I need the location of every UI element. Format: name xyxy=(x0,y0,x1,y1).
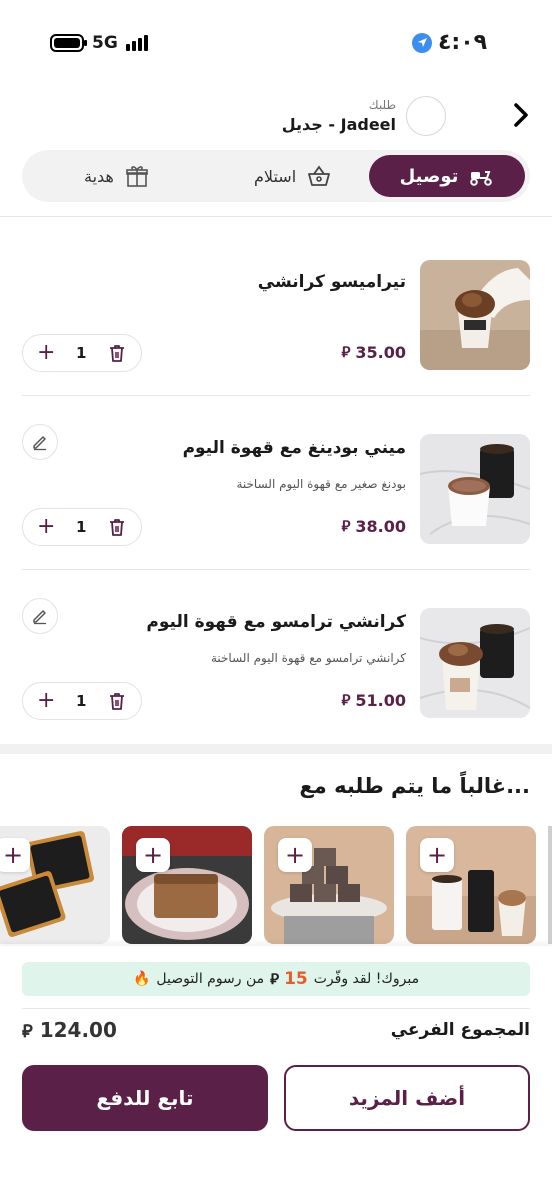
add-recommendation-button[interactable]: + xyxy=(136,838,170,872)
promo-text-before: مبروك! لقد وفّرت xyxy=(313,971,420,987)
cart-item-price-value: 51.00 xyxy=(355,691,406,710)
tab-gift[interactable]: هدية xyxy=(84,155,150,197)
recommendation-card[interactable]: + xyxy=(264,826,394,944)
riyal-icon: ⃁ xyxy=(341,517,350,535)
increase-quantity-button[interactable]: + xyxy=(37,690,55,712)
tab-gift-label: هدية xyxy=(84,166,114,186)
network-label: 5G xyxy=(92,33,118,53)
tab-delivery[interactable]: توصيل xyxy=(369,155,525,197)
tab-pickup-label: استلام xyxy=(254,166,297,186)
pencil-icon xyxy=(33,610,46,625)
tab-pickup[interactable]: استلام xyxy=(254,155,332,197)
store-header: طلبك جديل - Jadeel xyxy=(0,90,552,140)
recommendation-card[interactable]: + xyxy=(122,826,252,944)
status-time: ٤:٠٩ xyxy=(412,30,487,55)
recommendation-card-edge xyxy=(548,826,552,944)
quantity-stepper[interactable]: + 1 xyxy=(22,682,142,720)
store-avatar xyxy=(406,96,446,136)
quantity-stepper[interactable]: + 1 xyxy=(22,508,142,546)
pencil-icon xyxy=(33,436,46,451)
tab-delivery-label: توصيل xyxy=(399,165,459,187)
trash-icon[interactable] xyxy=(107,691,127,711)
signal-icon xyxy=(125,35,148,51)
cart-item-description: بودنغ صغير مع قهوة اليوم الساخنة xyxy=(236,477,406,491)
add-recommendation-button[interactable]: + xyxy=(0,838,30,872)
riyal-icon: ⃁ xyxy=(270,969,279,988)
riyal-icon: ⃁ xyxy=(22,1020,33,1042)
add-recommendation-button[interactable]: + xyxy=(278,838,312,872)
quantity-value: 1 xyxy=(76,692,87,710)
battery-icon xyxy=(50,34,87,52)
subtotal-amount: 124.00 xyxy=(39,1018,117,1042)
status-time-text: ٤:٠٩ xyxy=(438,30,488,55)
subtotal-value: ⃁ 124.00 xyxy=(22,1018,117,1042)
edit-item-button[interactable] xyxy=(22,424,58,460)
cart-item-price: ⃁ 38.00 xyxy=(341,517,406,536)
increase-quantity-button[interactable]: + xyxy=(37,342,55,364)
basket-icon xyxy=(308,165,331,186)
item-divider xyxy=(22,395,530,396)
cart-item-price: ⃁ 51.00 xyxy=(341,691,406,710)
cart-item-image xyxy=(420,260,530,370)
header-divider xyxy=(0,216,552,217)
trash-icon[interactable] xyxy=(107,343,127,363)
increase-quantity-button[interactable]: + xyxy=(37,516,55,538)
trash-icon[interactable] xyxy=(107,517,127,537)
recommendations-title: غالباً ما يتم طلبه مع... xyxy=(299,774,530,798)
delivery-scooter-icon xyxy=(470,171,493,186)
back-chevron-icon[interactable] xyxy=(512,102,530,135)
riyal-icon: ⃁ xyxy=(341,691,350,709)
status-indicators: 5G xyxy=(50,33,148,53)
fire-icon: 🔥 xyxy=(132,971,151,987)
cart-item-image xyxy=(420,608,530,718)
cart-item-image xyxy=(420,434,530,544)
cart-item-title: كرانشي ترامسو مع قهوة اليوم xyxy=(146,612,406,632)
store-name: جديل - Jadeel xyxy=(281,115,396,134)
cart-item-price-value: 35.00 xyxy=(355,343,406,362)
cart-item-price: ⃁ 35.00 xyxy=(341,343,406,362)
quantity-value: 1 xyxy=(76,518,87,536)
quantity-stepper[interactable]: + 1 xyxy=(22,334,142,372)
add-recommendation-button[interactable]: + xyxy=(420,838,454,872)
subtotal-label: المجموع الفرعي xyxy=(390,1020,530,1040)
cart-item-title: ميني بودينغ مع قهوة اليوم xyxy=(182,438,406,458)
gift-icon xyxy=(126,166,148,187)
section-divider xyxy=(0,744,552,754)
checkout-button[interactable]: تابع للدفع xyxy=(22,1065,268,1131)
cart-item-price-value: 38.00 xyxy=(355,517,406,536)
order-mode-tabs: توصيل استلام هدية xyxy=(22,150,530,202)
recommendation-card[interactable]: + xyxy=(406,826,536,944)
promo-amount: 15 xyxy=(284,969,308,989)
add-more-button[interactable]: أضف المزيد xyxy=(284,1065,530,1131)
store-caption: طلبك xyxy=(368,98,396,112)
panel-divider xyxy=(22,1008,530,1009)
edit-item-button[interactable] xyxy=(22,598,58,634)
riyal-icon: ⃁ xyxy=(341,343,350,361)
quantity-value: 1 xyxy=(76,344,87,362)
cart-item-description: كرانشي ترامسو مع قهوة اليوم الساخنة xyxy=(210,651,406,665)
location-arrow-icon xyxy=(412,32,432,53)
cart-item-title: تيراميسو كرانشي xyxy=(257,272,406,292)
recommendation-card[interactable]: + xyxy=(0,826,110,944)
promo-text-after: من رسوم التوصيل xyxy=(156,971,265,987)
delivery-savings-banner: مبروك! لقد وفّرت 15 ⃁ من رسوم التوصيل 🔥 xyxy=(22,962,530,996)
item-divider xyxy=(22,569,530,570)
